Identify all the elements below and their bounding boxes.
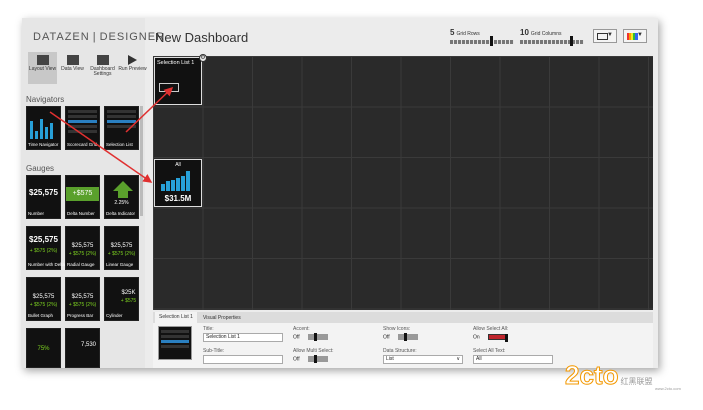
selection-list-widget[interactable]: Selection List 1 ⚙ [154, 54, 207, 105]
chevron-down-icon: ▼ [607, 32, 613, 38]
watermark: 2cto 红黑联盟 www.2cto.com [564, 360, 681, 392]
progress-bar-tile[interactable]: $25,575 + $575 (2%) Progress Bar [65, 277, 100, 321]
properties-tabs: Selection List 1 Visual Properties [153, 312, 653, 323]
layout-icon [36, 55, 49, 65]
chart-widget[interactable]: All $31.5M [154, 159, 202, 207]
main-area: New Dashboard 5 Grid Rows 10 Grid Columns … [145, 18, 658, 368]
thermometer-gauge-tile[interactable]: 7,530 [65, 328, 100, 368]
selection-box [159, 83, 179, 92]
page-title: New Dashboard [155, 30, 249, 45]
list-thumb-icon [107, 110, 136, 130]
show-icons-toggle[interactable]: Off [383, 333, 418, 341]
gear-icon[interactable]: ⚙ [199, 54, 207, 62]
play-icon [128, 55, 137, 65]
allow-multi-select-toggle[interactable]: Off [293, 355, 328, 363]
widget-thumbnail [158, 326, 192, 360]
grid-rows-slider[interactable] [450, 40, 514, 44]
chevron-down-icon: ▼ [637, 32, 643, 38]
grid-columns-slider[interactable] [520, 40, 584, 44]
designer-window: DATAZEN | DESIGNER Layout View Data View D… [22, 18, 658, 368]
chevron-down-icon: ∨ [456, 356, 460, 362]
cylinder-tile[interactable]: $25K + $575 Cylinder [104, 277, 139, 321]
linear-gauge-tile[interactable]: $25,575 + $575 (2%) Linear Gauge [104, 226, 139, 270]
selection-list-tile[interactable]: Selection List [104, 106, 139, 150]
grid-rows-control: 5 Grid Rows [450, 28, 514, 48]
chart-thumb-icon [30, 115, 53, 139]
radial-gauge-tile[interactable]: $25,575 + $575 (2%) Radial Gauge [65, 226, 100, 270]
subtitle-input[interactable] [203, 355, 283, 364]
tab-selection-list[interactable]: Selection List 1 [155, 312, 197, 323]
accent-toggle[interactable]: Off [293, 333, 328, 341]
delta-number-tile[interactable]: +$575 Delta Number [65, 175, 100, 219]
grid-columns-thumb[interactable] [570, 36, 573, 46]
sidebar-scrollbar[interactable] [140, 106, 143, 216]
layout-view-button[interactable]: Layout View [28, 52, 57, 84]
settings-icon [96, 55, 109, 65]
device-selector[interactable]: ▼ [593, 29, 617, 43]
grid-columns-control: 10 Grid Columns [520, 28, 584, 48]
grid-rows-thumb[interactable] [490, 36, 493, 46]
data-view-button[interactable]: Data View [58, 52, 87, 84]
scorecard-grid-tile[interactable]: Scorecard Grid [65, 106, 100, 150]
select-all-text-input[interactable]: All [473, 355, 553, 364]
dashboard-settings-button[interactable]: Dashboard Settings [88, 52, 117, 84]
data-icon [66, 55, 79, 65]
run-preview-button[interactable]: Run Preview [118, 52, 147, 84]
time-navigator-tile[interactable]: Time Navigator [26, 106, 61, 150]
delta-indicator-tile[interactable]: 2.25% Delta Indicator [104, 175, 139, 219]
tab-visual-properties[interactable]: Visual Properties [203, 315, 241, 321]
theme-selector[interactable]: ▼ [623, 29, 647, 43]
allow-select-all-toggle[interactable]: On [473, 334, 508, 342]
donut-gauge-tile[interactable]: 75% [26, 328, 61, 368]
dashboard-grid[interactable]: Selection List 1 ⚙ All $31.5M [153, 54, 653, 310]
number-tile[interactable]: $25,575 Number [26, 175, 61, 219]
gauges-heading: Gauges [26, 164, 55, 173]
view-toolbar: Layout View Data View Dashboard Settings… [26, 52, 147, 86]
title-input[interactable]: Selection List 1 [203, 333, 283, 342]
bar-chart-icon [161, 171, 190, 191]
number-with-delta-tile[interactable]: $25,575 + $575 (2%) Number with Delta [26, 226, 65, 270]
navigators-heading: Navigators [26, 95, 65, 104]
sidebar: DATAZEN | DESIGNER Layout View Data View D… [22, 18, 164, 368]
grid-thumb-icon [68, 110, 97, 135]
bullet-graph-tile[interactable]: $25,575 + $575 (2%) Bullet Graph [26, 277, 61, 321]
data-structure-select[interactable]: List ∨ [383, 355, 463, 364]
arrow-up-icon [113, 181, 133, 191]
